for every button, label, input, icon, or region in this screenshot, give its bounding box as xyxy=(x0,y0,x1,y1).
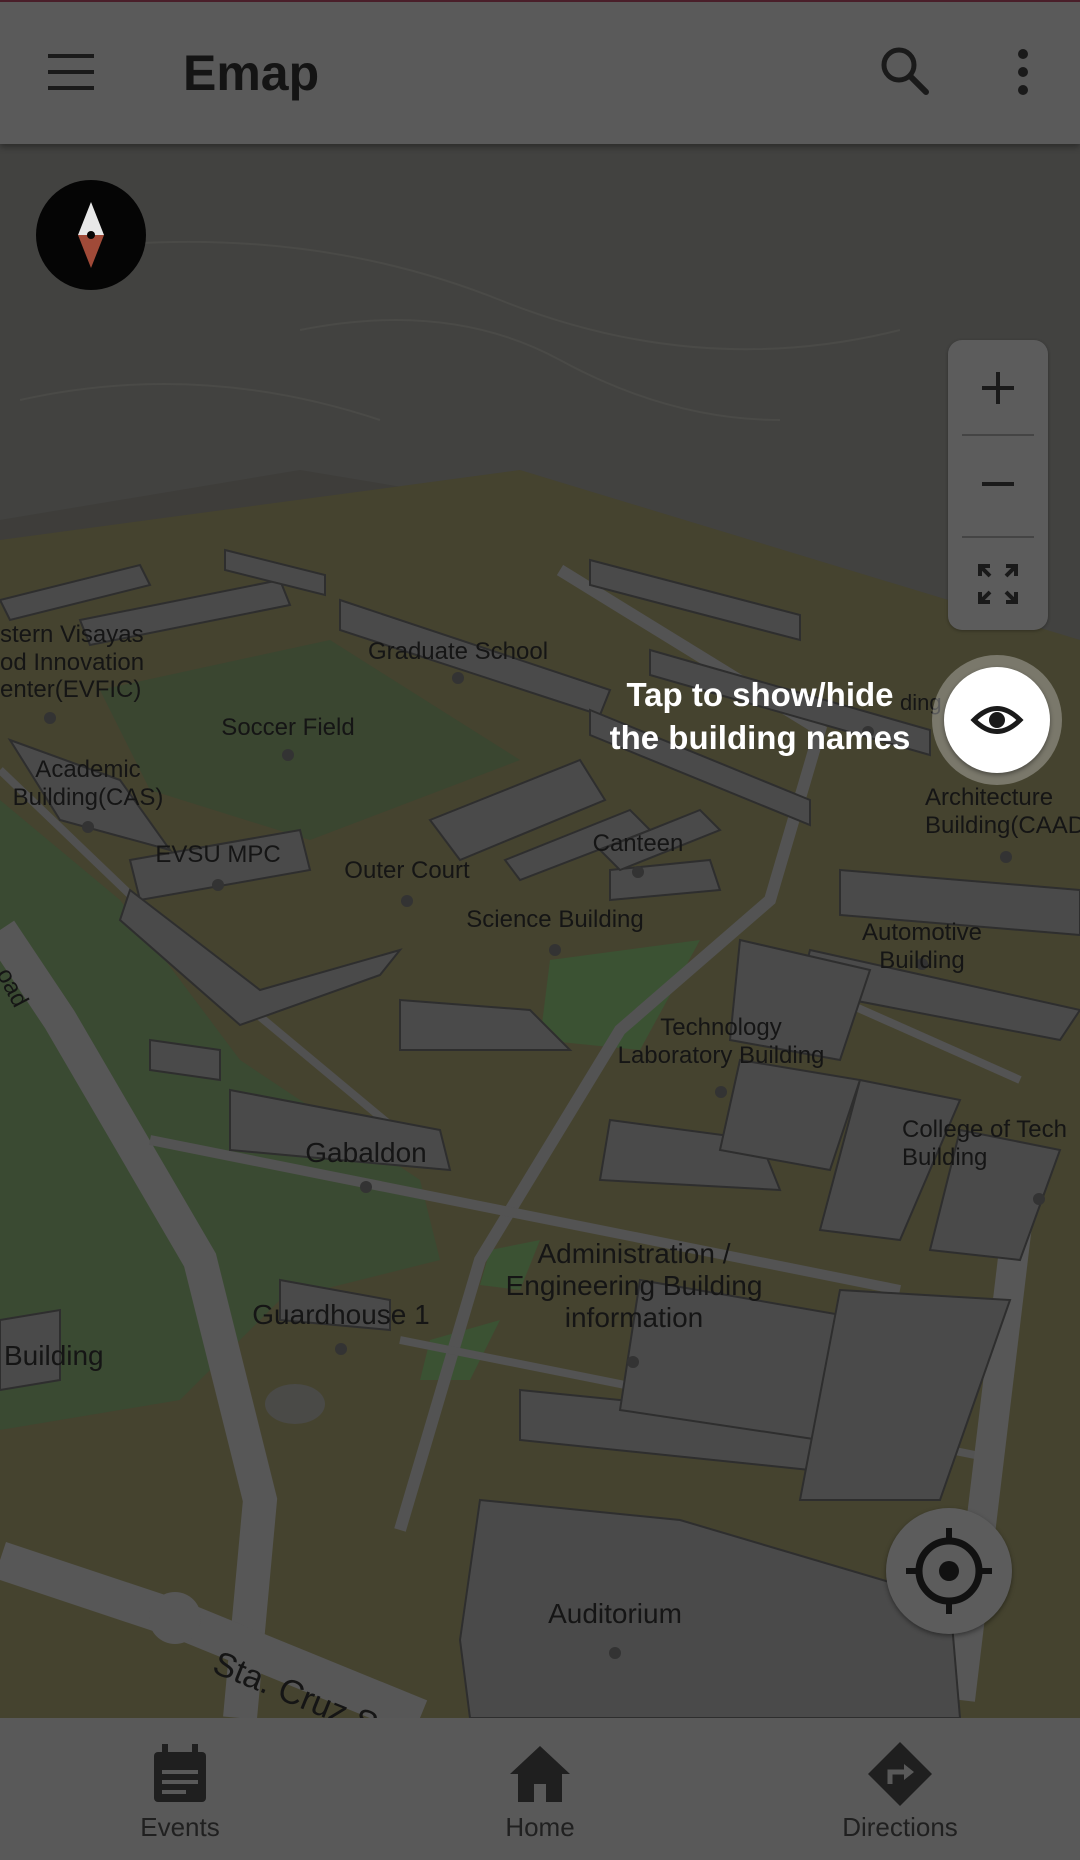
map-label-administration[interactable]: Administration / Engineering Building in… xyxy=(506,1238,763,1335)
compass-icon[interactable] xyxy=(36,180,146,290)
map-label-guardhouse[interactable]: Guardhouse 1 xyxy=(252,1299,429,1331)
nav-directions-label: Directions xyxy=(842,1812,958,1842)
map-label-architecture-building[interactable]: Architecture Building(CAAD xyxy=(925,784,1080,839)
bottom-navigation: Events Home Directions xyxy=(0,1718,1080,1860)
plus-icon[interactable] xyxy=(948,340,1048,436)
minus-icon[interactable] xyxy=(948,436,1048,532)
map-label-college-of-tech[interactable]: College of Tech Building xyxy=(902,1116,1067,1171)
app-bar: Emap xyxy=(0,0,1080,144)
map-label-automotive-building[interactable]: Automotive Building xyxy=(843,919,1001,974)
map-label-academic-building[interactable]: Academic Building(CAS) xyxy=(13,756,164,811)
search-icon[interactable] xyxy=(876,42,934,100)
nav-events-label: Events xyxy=(140,1812,220,1842)
menu-icon[interactable] xyxy=(40,44,102,100)
events-icon xyxy=(146,1740,214,1808)
map-label-evfic[interactable]: stern Visayas od Innovation enter(EVFIC) xyxy=(0,621,144,704)
map-label-gabaldon[interactable]: Gabaldon xyxy=(305,1137,426,1169)
nav-home[interactable]: Home xyxy=(420,1718,660,1860)
campus-map[interactable]: stern Visayas od Innovation enter(EVFIC)… xyxy=(0,144,1080,1718)
map-label-soccer-field[interactable]: Soccer Field xyxy=(221,714,354,742)
map-label-outer-court[interactable]: Outer Court xyxy=(344,857,469,885)
map-label-evsu-mpc[interactable]: EVSU MPC xyxy=(155,841,280,869)
eye-icon[interactable] xyxy=(944,667,1050,773)
onboarding-tooltip: Tap to show/hide the building names xyxy=(609,676,911,756)
nav-directions[interactable]: Directions xyxy=(780,1718,1020,1860)
map-label-auditorium[interactable]: Auditorium xyxy=(548,1598,682,1630)
home-icon xyxy=(506,1740,574,1808)
directions-icon xyxy=(866,1740,934,1808)
map-label-building[interactable]: Building xyxy=(4,1340,104,1372)
nav-events[interactable]: Events xyxy=(60,1718,300,1860)
map-label-science-building[interactable]: Science Building xyxy=(466,906,643,934)
map-label-technology-lab[interactable]: Technology Laboratory Building xyxy=(618,1014,825,1069)
fullscreen-icon[interactable] xyxy=(948,538,1048,634)
more-vert-icon[interactable] xyxy=(1006,44,1040,100)
status-line xyxy=(0,0,1080,2)
zoom-controls xyxy=(948,340,1048,630)
map-label-graduate-school[interactable]: Graduate School xyxy=(368,638,548,666)
nav-home-label: Home xyxy=(505,1812,575,1842)
map-label-canteen[interactable]: Canteen xyxy=(593,830,684,858)
my-location-icon[interactable] xyxy=(886,1508,1012,1634)
app-title: Emap xyxy=(183,45,320,101)
